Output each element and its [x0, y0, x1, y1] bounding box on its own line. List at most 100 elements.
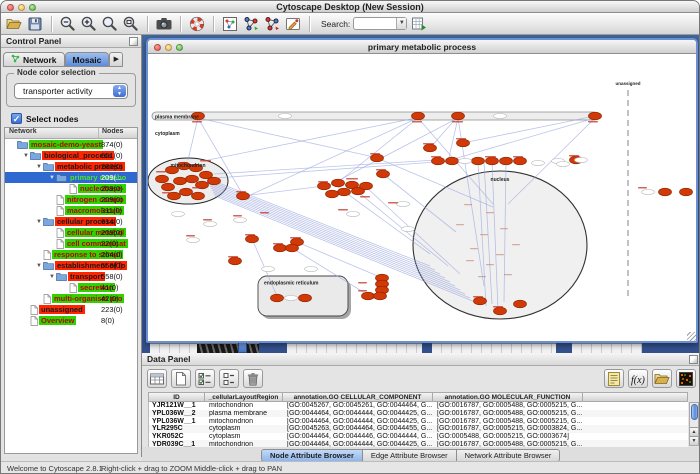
notes-icon[interactable]: [604, 369, 624, 388]
tab-node-attribute-browser[interactable]: Node Attribute Browser: [261, 449, 363, 462]
network-node[interactable]: [589, 112, 602, 120]
network-node[interactable]: [299, 294, 312, 302]
network-edge[interactable]: [188, 118, 198, 160]
network-edge[interactable]: [198, 118, 374, 157]
network-node[interactable]: [180, 188, 193, 196]
tree-row[interactable]: multi-organism pro42(0): [5, 293, 137, 304]
close-button[interactable]: [7, 4, 14, 11]
expand-arrow-icon[interactable]: ▼: [35, 164, 43, 170]
network-node[interactable]: [486, 157, 499, 165]
network-node[interactable]: [514, 300, 527, 308]
tree-column-network[interactable]: Network: [5, 128, 99, 138]
unselect-attributes-icon[interactable]: [219, 369, 239, 388]
scroll-up-icon[interactable]: ▲: [690, 427, 698, 436]
network-node[interactable]: [457, 139, 470, 147]
compartment-nucleus[interactable]: [413, 171, 587, 319]
tree-row[interactable]: response to stimul264(0): [5, 249, 137, 260]
network-node[interactable]: [446, 157, 459, 165]
column-header[interactable]: ID: [148, 392, 205, 402]
zoom-fit-icon[interactable]: [122, 15, 140, 33]
network-window-titlebar[interactable]: primary metabolic process: [148, 40, 696, 54]
network-node[interactable]: [374, 292, 387, 300]
network-node[interactable]: [377, 170, 390, 178]
tree-row[interactable]: mosaic-demo-yeast874(0): [5, 139, 137, 150]
help-icon[interactable]: [188, 15, 206, 33]
table-row[interactable]: YKR052Ccytoplasm[GO:0044464, GO:0044446,…: [149, 433, 688, 441]
minimize-button[interactable]: [18, 4, 25, 11]
network-node[interactable]: [360, 182, 373, 190]
zoom-window-button[interactable]: [176, 44, 183, 51]
network-node[interactable]: [229, 257, 242, 265]
column-header[interactable]: annotation.GO MOLECULAR_FUNCTION: [433, 392, 583, 402]
table-scrollbar[interactable]: ▲ ▼: [689, 402, 699, 446]
network-edge[interactable]: [214, 160, 436, 174]
table-icon[interactable]: [147, 369, 167, 388]
network-node[interactable]: [318, 182, 331, 190]
column-header[interactable]: annotation.GO CELLULAR_COMPONENT: [283, 392, 433, 402]
zoom-out-icon[interactable]: [59, 15, 77, 33]
scroll-down-icon[interactable]: ▼: [690, 436, 698, 445]
more-tabs-button[interactable]: ▶: [109, 52, 123, 67]
expand-arrow-icon[interactable]: ▼: [35, 263, 43, 269]
select-nodes-checkbox[interactable]: ✓: [11, 113, 22, 124]
expand-arrow-icon[interactable]: ▼: [48, 175, 56, 181]
network-edge[interactable]: [246, 118, 418, 197]
network-node[interactable]: [424, 144, 437, 152]
network-node[interactable]: [186, 175, 199, 183]
network-node[interactable]: [412, 112, 425, 120]
color-attribute-select[interactable]: transporter activity ▲▼: [14, 83, 128, 99]
close-button[interactable]: [154, 44, 161, 51]
tree-row[interactable]: ▼transport558(0): [5, 271, 137, 282]
network-node[interactable]: [274, 244, 287, 252]
network-node[interactable]: [680, 188, 693, 196]
combo-stepper-icon[interactable]: ▲▼: [113, 85, 126, 97]
layout-nodes-icon[interactable]: [242, 15, 260, 33]
zoom-selected-icon[interactable]: [101, 15, 119, 33]
tree-row[interactable]: ▼primary metabo209(...: [5, 172, 137, 183]
network-node[interactable]: [162, 183, 175, 191]
tree-row[interactable]: ▼establishment of lo558(0): [5, 260, 137, 271]
select-attributes-icon[interactable]: [195, 369, 215, 388]
float-panel-icon[interactable]: [689, 355, 698, 364]
network-node[interactable]: [659, 188, 672, 196]
tree-row[interactable]: ▼biological_process651(0): [5, 150, 137, 161]
scrollbar-thumb[interactable]: [691, 404, 698, 420]
network-node[interactable]: [326, 190, 339, 198]
delete-attribute-icon[interactable]: [243, 369, 263, 388]
network-node[interactable]: [494, 307, 507, 315]
chevron-down-icon[interactable]: ▼: [396, 18, 406, 29]
vizmapper-icon[interactable]: [284, 15, 302, 33]
expand-arrow-icon[interactable]: ▼: [35, 219, 43, 225]
tree-row[interactable]: ▼cellular process614(0): [5, 216, 137, 227]
tree-row[interactable]: Overview8(0): [5, 315, 137, 326]
network-edge[interactable]: [243, 186, 324, 196]
network-node[interactable]: [432, 157, 445, 165]
network-node[interactable]: [271, 294, 284, 302]
tab-network-attribute-browser[interactable]: Network Attribute Browser: [457, 449, 561, 462]
network-node[interactable]: [472, 157, 485, 165]
network-canvas[interactable]: plasma membranecytoplasmmitochondrionnuc…: [148, 54, 696, 341]
search-input[interactable]: ▼: [353, 17, 407, 30]
tree-row[interactable]: secretion41(0): [5, 282, 137, 293]
network-node[interactable]: [156, 175, 169, 183]
network-node[interactable]: [338, 188, 351, 196]
tree-row[interactable]: nitrogen compo209(0): [5, 194, 137, 205]
network-node[interactable]: [208, 177, 221, 185]
table-row[interactable]: YLR295Ccytoplasm[GO:0045263, GO:0044464,…: [149, 425, 688, 433]
table-row[interactable]: YPL036W__1mitochondrion[GO:0044464, GO:0…: [149, 417, 688, 425]
minimize-button[interactable]: [165, 44, 172, 51]
network-edge[interactable]: [430, 116, 458, 148]
tab-network[interactable]: Network: [3, 52, 65, 67]
tree-row[interactable]: macromolecule311(0): [5, 205, 137, 216]
network-node[interactable]: [514, 157, 527, 165]
network-node[interactable]: [332, 179, 345, 187]
new-attribute-icon[interactable]: [171, 369, 191, 388]
network-edge[interactable]: [448, 118, 458, 162]
network-node[interactable]: [452, 112, 465, 120]
tab-edge-attribute-browser[interactable]: Edge Attribute Browser: [363, 449, 457, 462]
matrix-icon[interactable]: [676, 369, 696, 388]
zoom-in-icon[interactable]: [80, 15, 98, 33]
tab-mosaic[interactable]: Mosaic: [65, 52, 110, 67]
expand-arrow-icon[interactable]: ▼: [48, 274, 56, 280]
tree-row[interactable]: nucleobase-209(0): [5, 183, 137, 194]
